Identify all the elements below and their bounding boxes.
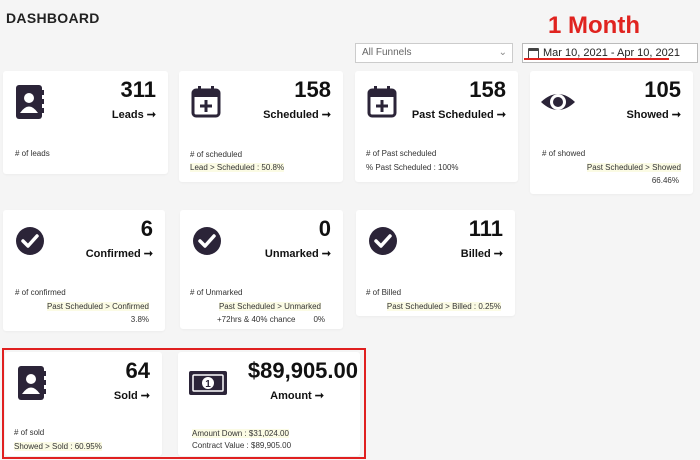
contacts-book-icon <box>16 85 44 119</box>
showed-rate-value: 66.46% <box>651 176 679 185</box>
billed-link[interactable]: Billed ➞ <box>461 247 503 260</box>
leads-caption: # of leads <box>15 149 50 158</box>
chevron-down-icon: ⌄ <box>498 47 507 58</box>
past-scheduled-rate: % Past Scheduled : 100% <box>366 163 459 172</box>
billed-count: 111 <box>468 216 503 241</box>
unmarked-note: +72hrs & 40% chance <box>217 315 296 324</box>
annotation-underline <box>524 58 669 60</box>
scheduled-rate: Lead > Scheduled : 50.8% <box>190 163 285 172</box>
showed-caption: # of showed <box>542 149 586 158</box>
card-billed[interactable]: 111 Billed ➞ # of Billed Past Scheduled … <box>356 210 515 316</box>
unmarked-rate-label: Past Scheduled > Unmarked <box>218 302 321 311</box>
funnel-select-value: All Funnels <box>362 47 412 58</box>
card-confirmed[interactable]: 6 Confirmed ➞ # of confirmed Past Schedu… <box>3 210 165 331</box>
unmarked-link[interactable]: Unmarked ➞ <box>265 247 331 260</box>
period-annotation: 1 Month <box>548 12 640 39</box>
card-unmarked[interactable]: 0 Unmarked ➞ # of Unmarked Past Schedule… <box>180 210 343 329</box>
scheduled-count: 158 <box>294 77 331 102</box>
check-circle-icon <box>16 227 44 255</box>
check-circle-icon <box>369 227 397 255</box>
date-range-picker[interactable]: Mar 10, 2021 - Apr 10, 2021 <box>522 43 698 63</box>
confirmed-rate-label: Past Scheduled > Confirmed <box>46 302 149 311</box>
past-scheduled-link[interactable]: Past Scheduled ➞ <box>412 108 506 121</box>
past-scheduled-count: 158 <box>469 77 506 102</box>
confirmed-caption: # of confirmed <box>15 288 66 297</box>
showed-rate-label: Past Scheduled > Showed <box>586 163 681 172</box>
funnel-select[interactable]: All Funnels ⌄ <box>355 43 513 63</box>
leads-link[interactable]: Leads ➞ <box>112 108 156 121</box>
confirmed-rate-value: 3.8% <box>130 315 149 324</box>
confirmed-link[interactable]: Confirmed ➞ <box>86 247 153 260</box>
past-scheduled-caption: # of Past scheduled <box>366 149 437 158</box>
billed-rate: Past Scheduled > Billed : 0.25% <box>386 302 501 311</box>
card-leads[interactable]: 311 Leads ➞ # of leads <box>3 71 168 174</box>
highlight-box <box>2 348 366 459</box>
card-past-scheduled[interactable]: 158 Past Scheduled ➞ # of Past scheduled… <box>355 71 518 182</box>
check-circle-icon <box>193 227 221 255</box>
billed-caption: # of Billed <box>366 288 402 297</box>
page-title: DASHBOARD <box>6 10 100 26</box>
eye-icon <box>541 94 575 110</box>
unmarked-rate-value: 0% <box>313 315 325 324</box>
unmarked-caption: # of Unmarked <box>190 288 243 297</box>
card-showed[interactable]: 105 Showed ➞ # of showed Past Scheduled … <box>530 71 693 194</box>
calendar-add-icon <box>367 86 397 118</box>
unmarked-count: 0 <box>318 216 331 241</box>
showed-link[interactable]: Showed ➞ <box>627 108 681 121</box>
card-scheduled[interactable]: 158 Scheduled ➞ # of scheduled Lead > Sc… <box>179 71 343 182</box>
leads-count: 311 <box>120 77 157 102</box>
confirmed-count: 6 <box>140 216 153 241</box>
calendar-add-icon <box>191 86 221 118</box>
scheduled-caption: # of scheduled <box>190 150 243 159</box>
scheduled-link[interactable]: Scheduled ➞ <box>263 108 331 121</box>
showed-count: 105 <box>644 77 681 102</box>
